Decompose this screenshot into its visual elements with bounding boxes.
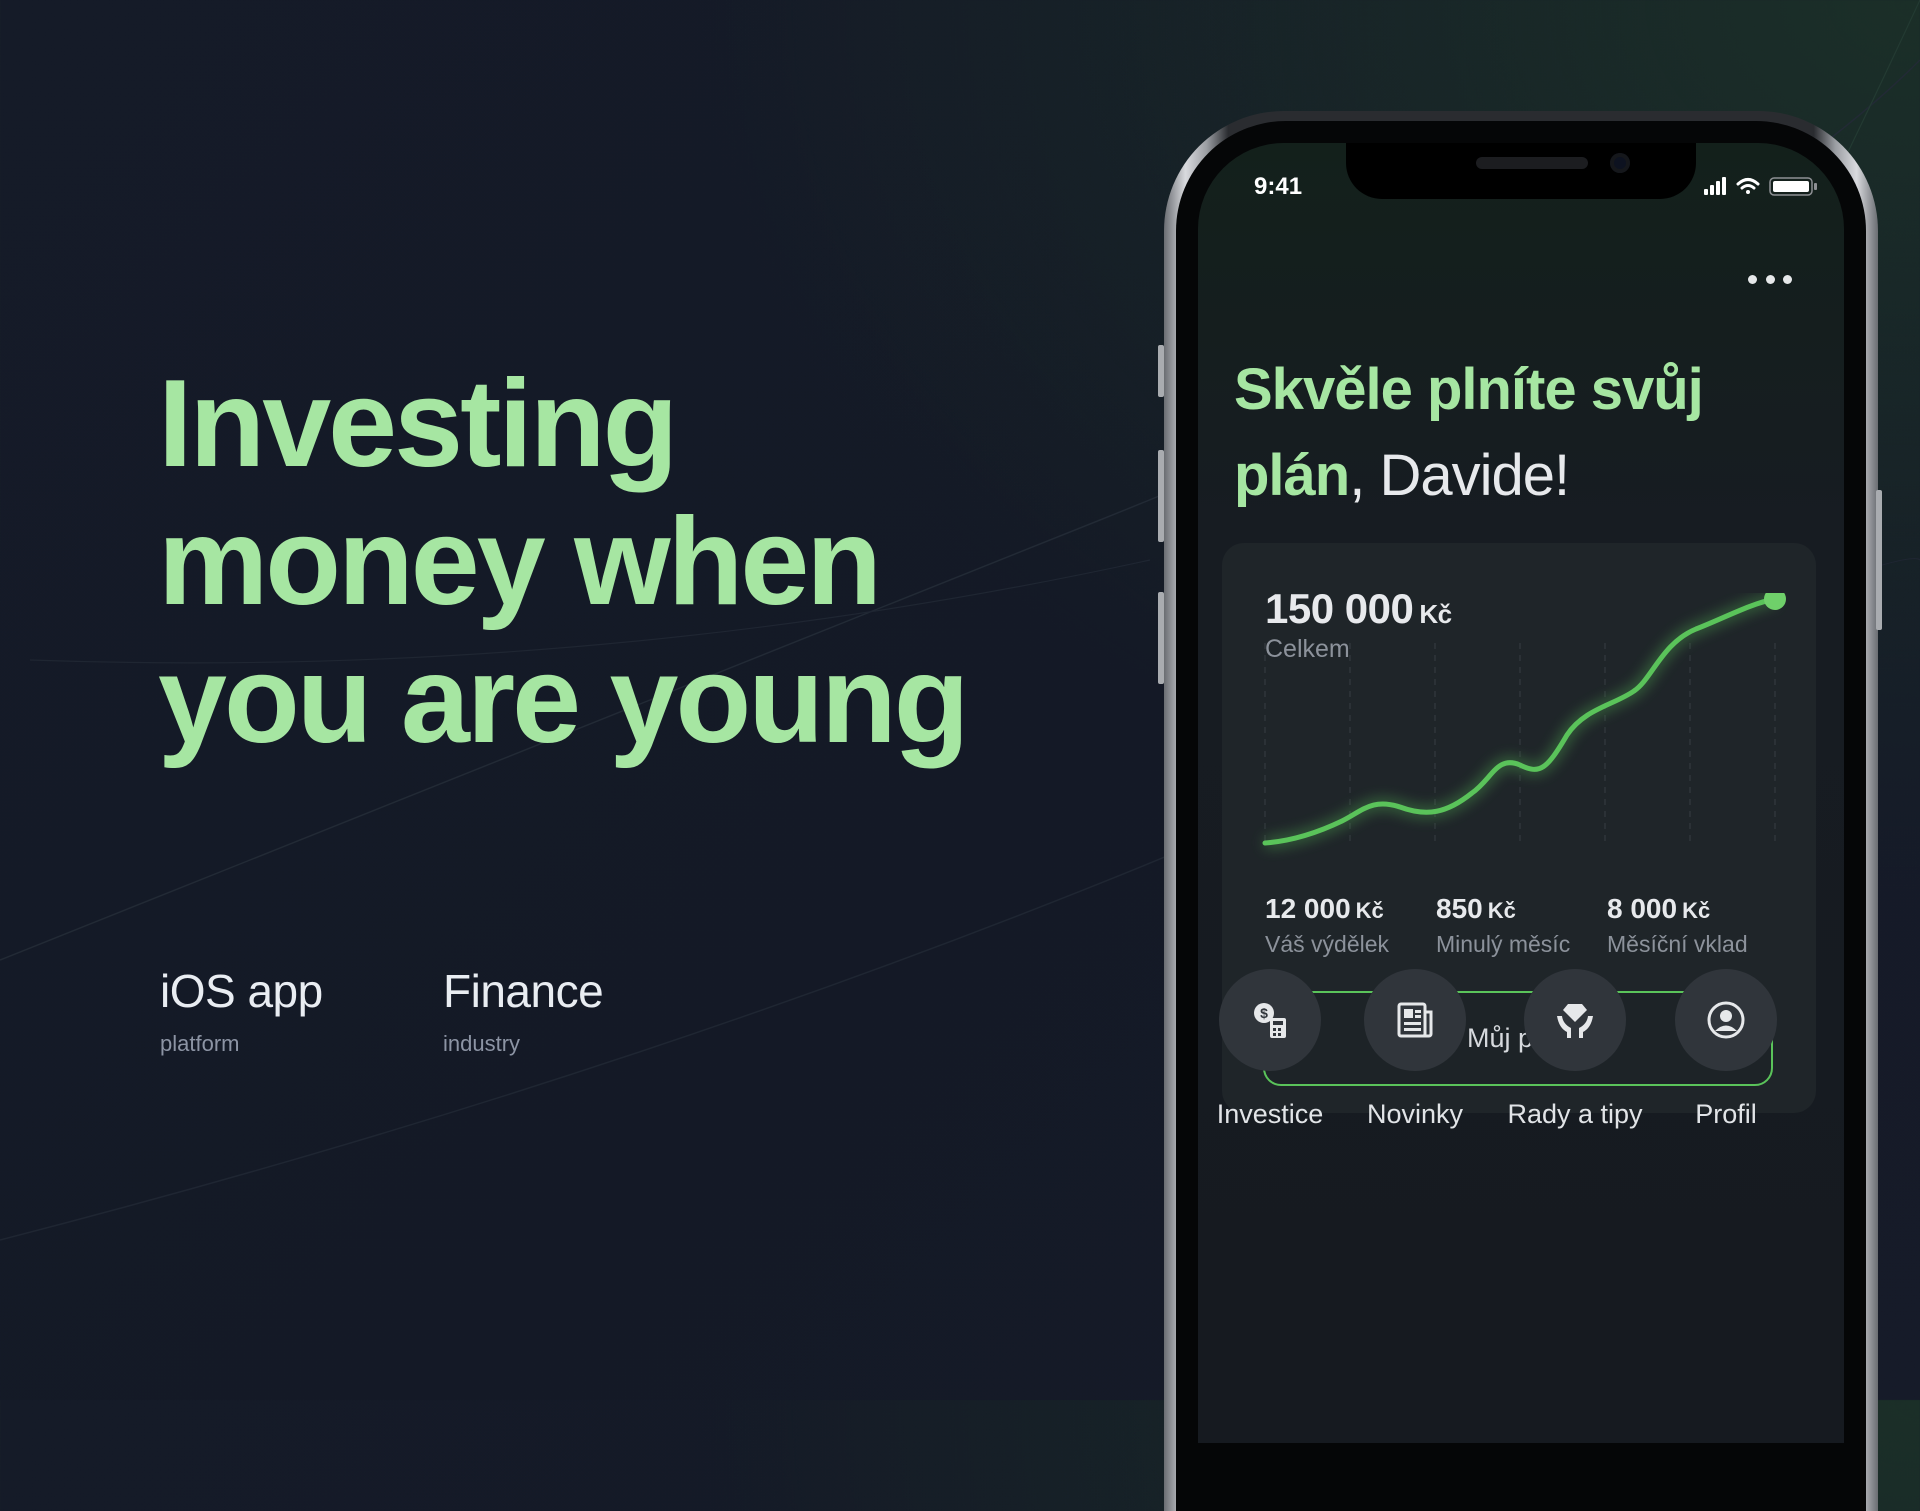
- notch: [1346, 143, 1696, 199]
- more-dot: [1783, 274, 1792, 284]
- more-dot: [1748, 274, 1757, 284]
- wifi-icon: [1736, 178, 1760, 194]
- platform-info: iOS app platform: [160, 965, 323, 1057]
- industry-value: Finance: [443, 965, 604, 1017]
- nav-icon-button[interactable]: [1675, 969, 1777, 1071]
- more-dot: [1765, 274, 1775, 284]
- nav-item-rady-a-tipy[interactable]: Rady a tipy: [1495, 969, 1655, 1130]
- nav-label: Rady a tipy: [1507, 1099, 1643, 1129]
- profile-icon: [1707, 1001, 1745, 1039]
- nav-label: Novinky: [1366, 1099, 1464, 1129]
- stat-label: Měsíční vklad: [1607, 931, 1748, 957]
- power-button: [1876, 490, 1882, 630]
- industry-info: Finance industry: [443, 965, 604, 1057]
- headline: Investing money when you are young: [158, 355, 1058, 769]
- stat-value: 12 000: [1265, 893, 1351, 924]
- stat-last-month: 850 Kč Minulý měsíc: [1436, 893, 1570, 958]
- platform-label: platform: [160, 1031, 240, 1056]
- nav-label: Investice: [1216, 1099, 1324, 1129]
- stat-currency: Kč: [1487, 898, 1516, 923]
- stat-monthly-deposit: 8 000 Kč Měsíční vklad: [1607, 893, 1748, 958]
- mute-switch: [1158, 345, 1164, 397]
- nav-item-investice[interactable]: $ Investice: [1198, 969, 1350, 1130]
- nav-item-novinky[interactable]: Novinky: [1335, 969, 1495, 1130]
- nav-label: Profil: [1695, 1099, 1757, 1129]
- headline-line: money when: [158, 493, 882, 631]
- tips-icon: [1557, 1004, 1593, 1038]
- status-time: 9:41: [1254, 173, 1303, 200]
- stat-currency: Kč: [1682, 898, 1711, 923]
- total-label: Celkem: [1265, 635, 1350, 663]
- volume-up-button: [1158, 450, 1164, 542]
- speaker-grille: [1476, 157, 1588, 169]
- stat-currency: Kč: [1355, 898, 1384, 923]
- nav-item-profil[interactable]: Profil: [1646, 969, 1806, 1130]
- signal-icon: [1704, 177, 1726, 195]
- nav-icon-button[interactable]: $: [1219, 969, 1321, 1071]
- nav-icon-button[interactable]: [1524, 969, 1626, 1071]
- nav-icon-button[interactable]: [1364, 969, 1466, 1071]
- front-camera: [1610, 153, 1630, 173]
- chart-gridlines: [1264, 643, 1776, 843]
- greeting-name: , Davide!: [1349, 443, 1570, 508]
- status-icons: [1704, 177, 1817, 196]
- stat-label: Minulý měsíc: [1436, 931, 1571, 957]
- headline-line: Investing: [158, 355, 678, 493]
- phone-screen: 9:41 Skvěle plníte svůj plán, Davide! 15…: [1198, 143, 1844, 1443]
- stat-value: 850: [1436, 893, 1483, 924]
- svg-text:$: $: [1260, 1005, 1268, 1021]
- investment-icon: $: [1254, 1003, 1286, 1038]
- chart-endpoint: [1764, 593, 1786, 610]
- stat-value: 8 000: [1607, 893, 1678, 924]
- stat-earnings: 12 000 Kč Váš výdělek: [1265, 893, 1389, 958]
- platform-value: iOS app: [160, 965, 323, 1017]
- total-value: 150 000: [1265, 585, 1414, 632]
- headline-line: you are young: [158, 631, 969, 769]
- stat-label: Váš výdělek: [1265, 931, 1390, 957]
- battery-icon: [1769, 177, 1817, 196]
- industry-label: industry: [443, 1031, 521, 1056]
- total-currency: Kč: [1419, 599, 1452, 629]
- more-options-button[interactable]: [1748, 269, 1792, 289]
- total-amount: 150 000 Kč: [1265, 585, 1452, 633]
- greeting-text: Skvěle plníte svůj plán, Davide!: [1234, 347, 1794, 519]
- volume-down-button: [1158, 592, 1164, 684]
- news-icon: [1397, 1002, 1433, 1038]
